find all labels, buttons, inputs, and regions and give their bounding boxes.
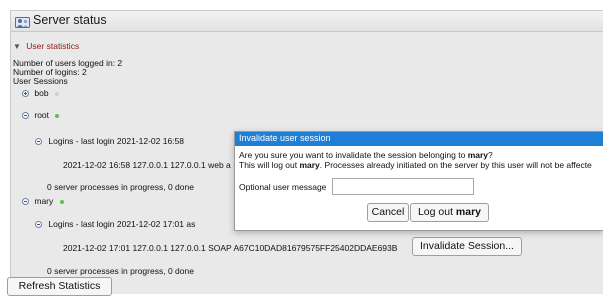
collapse-icon[interactable] — [35, 138, 42, 146]
message-label: Optional user message — [239, 182, 327, 192]
user-statistics-label: User statistics — [26, 41, 80, 51]
dialog-warning: This will log out mary. Processes alread… — [239, 160, 592, 170]
offline-status-icon — [54, 91, 59, 96]
collapse-triangle-icon: ▼ — [13, 42, 21, 51]
collapse-icon[interactable] — [22, 112, 29, 120]
mary-logins-row[interactable]: Logins - last login 2021-12-02 17:01 as — [35, 219, 195, 229]
online-status-icon — [55, 113, 60, 118]
warning-text-rest: . Processes already initiated on the ser… — [319, 160, 592, 170]
user-row-mary[interactable]: mary — [22, 196, 64, 206]
dialog-title: Invalidate user session — [235, 132, 603, 146]
invalidate-session-button[interactable]: Invalidate Session... — [412, 237, 522, 256]
root-session-line: 2021-12-02 16:58 127.0.0.1 127.0.0.1 web… — [63, 160, 231, 170]
server-users-icon — [15, 17, 30, 28]
log-out-label: Log out — [417, 206, 456, 218]
user-name: bob — [34, 88, 49, 98]
user-name: mary — [34, 196, 54, 206]
question-mark: ? — [488, 150, 493, 160]
dialog-question: Are you sure you want to invalidate the … — [239, 150, 493, 160]
warning-text: This will log out — [239, 160, 300, 170]
log-out-button[interactable]: Log out mary — [410, 203, 489, 222]
user-row-bob[interactable]: bob — [22, 88, 59, 98]
cancel-button[interactable]: Cancel — [367, 203, 409, 222]
refresh-statistics-button[interactable]: Refresh Statistics — [7, 277, 112, 296]
user-name: root — [34, 110, 50, 120]
logins-label: Logins - last login 2021-12-02 16:58 — [48, 136, 184, 146]
user-statistics-toggle[interactable]: ▼ User statistics — [13, 41, 79, 51]
expand-icon[interactable] — [22, 90, 29, 98]
window-title-bar: Server status — [10, 10, 603, 32]
mary-session-line: 2021-12-02 17:01 127.0.0.1 127.0.0.1 SOA… — [63, 243, 398, 253]
collapse-icon[interactable] — [22, 198, 29, 206]
root-logins-row[interactable]: Logins - last login 2021-12-02 16:58 — [35, 136, 184, 146]
collapse-icon[interactable] — [35, 221, 42, 229]
user-sessions-label: User Sessions — [13, 76, 68, 86]
online-status-icon — [59, 199, 64, 204]
mary-processes-text: 0 server processes in progress, 0 done — [47, 266, 194, 276]
window-title: Server status — [33, 13, 107, 27]
warning-user: mary — [299, 160, 320, 170]
question-user: mary — [467, 150, 489, 160]
user-row-root[interactable]: root — [22, 110, 60, 120]
question-text: Are you sure you want to invalidate the … — [239, 150, 468, 160]
log-out-user: mary — [455, 206, 482, 218]
logins-label: Logins - last login 2021-12-02 17:01 as — [48, 219, 196, 229]
root-processes-text: 0 server processes in progress, 0 done — [47, 182, 194, 192]
invalidate-session-dialog: Invalidate user session Are you sure you… — [234, 131, 603, 231]
user-message-input[interactable] — [332, 178, 474, 195]
